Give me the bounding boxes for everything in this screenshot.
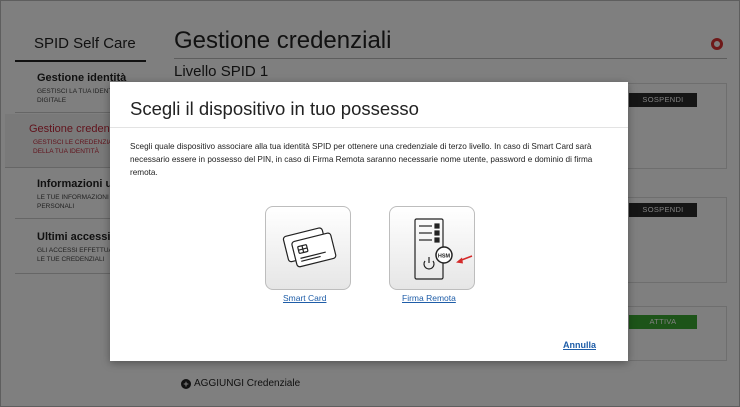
modal-divider [110, 127, 628, 128]
device-selection-modal: Scegli il dispositivo in tuo possesso Sc… [110, 82, 628, 361]
smart-card-option[interactable] [265, 206, 351, 290]
smart-card-icon [282, 227, 337, 268]
modal-title: Scegli il dispositivo in tuo possesso [130, 98, 419, 119]
hsm-badge: HSM [438, 254, 451, 260]
hsm-server-icon: HSM [414, 218, 473, 280]
cancel-button[interactable]: Annulla [563, 340, 596, 350]
modal-description: Scegli quale dispositivo associare alla … [130, 142, 593, 177]
smart-card-link[interactable]: Smart Card [283, 293, 326, 303]
remote-signature-option[interactable]: HSM [389, 206, 475, 290]
remote-signature-link[interactable]: Firma Remota [402, 293, 456, 303]
